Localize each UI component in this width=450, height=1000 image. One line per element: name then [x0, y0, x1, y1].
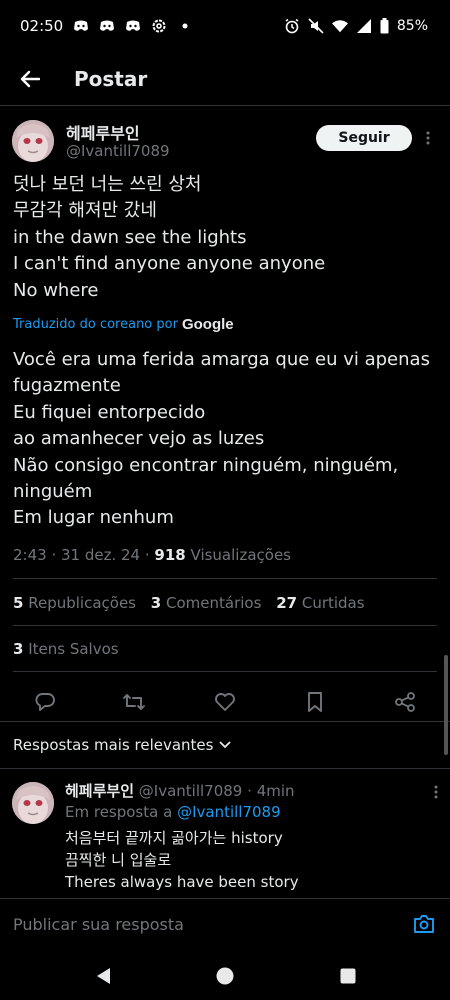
reply-line: 처음부터 끝까지 곪아가는 history — [65, 829, 283, 847]
chevron-down-icon — [219, 741, 232, 749]
post-line: in the dawn see the lights — [13, 226, 247, 248]
replies-sort-label: Respostas mais relevantes — [13, 736, 214, 754]
wifi-icon — [331, 18, 348, 34]
share-icon[interactable] — [393, 690, 417, 714]
author-handle[interactable]: @Ivantill7089 — [66, 142, 170, 160]
translated-line: Não consigo encontrar ninguém, ninguém, … — [13, 454, 399, 503]
comments-stat[interactable]: 3 Comentários — [151, 594, 262, 612]
comments-label: Comentários — [166, 594, 262, 612]
page-title: Postar — [74, 66, 148, 91]
back-button[interactable] — [18, 67, 42, 91]
camera-icon[interactable] — [412, 912, 436, 936]
likes-label: Curtidas — [301, 594, 365, 612]
dot-icon — [177, 18, 193, 34]
avatar-image — [12, 782, 54, 824]
avatar-image — [12, 120, 54, 162]
battery-icon — [380, 18, 389, 34]
reply-to-label: Em resposta a — [65, 803, 173, 821]
repost-icon[interactable] — [122, 690, 146, 714]
discord-icon — [99, 18, 115, 34]
saves-stat[interactable]: 3 Itens Salvos — [13, 640, 119, 658]
translated-line: ao amanhecer vejo as luzes — [13, 428, 265, 450]
nav-back-icon[interactable] — [94, 967, 112, 985]
google-logo: Google — [181, 316, 234, 333]
reply-to-handle[interactable]: @Ivantill7089 — [177, 803, 281, 821]
reposts-stat[interactable]: 5 Republicações — [13, 594, 136, 612]
saves-count: 3 — [13, 640, 24, 658]
reply-time: 4min — [256, 782, 295, 800]
post-meta: 2:43 · 31 dez. 24 · 918 Visualizações — [13, 546, 291, 564]
views-count: 918 — [154, 546, 186, 564]
translated-line: Em lugar nenhum — [13, 507, 174, 529]
scrollbar[interactable] — [444, 655, 448, 755]
reply-text: 처음부터 끝까지 곪아가는 history 끔찍한 니 입술로 Theres a… — [65, 827, 299, 893]
comments-count: 3 — [150, 594, 162, 612]
reply-author-handle[interactable]: @Ivantill7089 — [139, 782, 243, 800]
mute-icon — [308, 18, 324, 34]
avatar[interactable] — [12, 782, 54, 824]
divider — [0, 721, 450, 722]
discord-icon — [73, 18, 89, 34]
nav-recents-icon[interactable] — [339, 967, 357, 985]
post-date: 31 dez. 24 — [61, 546, 141, 564]
reply-author-name[interactable]: 헤페루부인 — [65, 782, 134, 800]
status-time: 02:50 — [20, 17, 64, 35]
translated-line: Eu fiquei entorpecido — [13, 401, 206, 423]
divider — [13, 625, 437, 626]
translated-by-label: Traduzido do coreano por — [13, 317, 178, 332]
post-original-text: 덧나 보던 너는 쓰린 상처 무감각 해져만 갔네 in the dawn se… — [13, 172, 437, 304]
post-translated-text: Você era uma ferida amarga que eu vi ape… — [13, 347, 441, 532]
reposts-label: Republicações — [28, 594, 136, 612]
divider — [0, 768, 450, 769]
post-line: No where — [13, 279, 99, 301]
reply-composer: Publicar sua resposta — [0, 898, 450, 952]
likes-stat[interactable]: 27 Curtidas — [276, 594, 364, 612]
views-label: Visualizações — [190, 546, 291, 564]
separator-dot: · — [247, 782, 252, 800]
post-line: 덧나 보던 너는 쓰린 상처 — [13, 174, 202, 195]
settings-icon — [151, 18, 167, 34]
discord-icon — [125, 18, 141, 34]
post-line: I can't find anyone anyone anyone — [13, 253, 326, 275]
status-bar: 02:50 85% — [0, 0, 450, 52]
engagement-stats: 5 Republicações 3 Comentários 27 Curtida… — [13, 594, 365, 612]
bookmark-icon[interactable] — [303, 690, 327, 714]
more-options-icon[interactable] — [420, 128, 436, 148]
author-name[interactable]: 헤페루부인 — [66, 120, 140, 144]
alarm-icon — [284, 18, 300, 34]
author-row: 헤페루부인 @Ivantill7089 Seguir — [12, 120, 438, 166]
signal-icon — [356, 18, 372, 34]
arrow-left-icon — [20, 70, 40, 87]
avatar[interactable] — [12, 120, 54, 162]
replies-sort-dropdown[interactable]: Respostas mais relevantes — [13, 736, 232, 754]
reply-icon[interactable] — [33, 690, 57, 714]
translated-line: Você era uma ferida amarga que eu vi ape… — [13, 349, 430, 397]
likes-count: 27 — [276, 594, 298, 612]
reply-header: 헤페루부인 @Ivantill7089 · 4min — [65, 780, 295, 801]
action-bar — [0, 682, 450, 722]
reply-input[interactable]: Publicar sua resposta — [13, 915, 184, 934]
saves-label: Itens Salvos — [28, 640, 119, 658]
translation-attribution[interactable]: Traduzido do coreano por Google — [13, 316, 234, 333]
reposts-count: 5 — [13, 594, 24, 612]
battery-level: 85% — [396, 18, 428, 34]
app-header: Postar — [0, 52, 450, 106]
follow-button[interactable]: Seguir — [316, 125, 412, 151]
reply-to-line: Em resposta a @Ivantill7089 — [65, 803, 281, 821]
post-time: 2:43 — [13, 546, 47, 564]
system-nav-bar — [0, 952, 450, 1000]
divider — [13, 671, 437, 672]
nav-home-icon[interactable] — [216, 967, 234, 985]
more-options-icon[interactable] — [434, 784, 438, 803]
divider — [13, 578, 437, 579]
post-line: 무감각 해져만 갔네 — [13, 200, 157, 222]
reply-line: Theres always have been story — [65, 873, 299, 891]
like-icon[interactable] — [213, 690, 237, 714]
reply-line: 끔찍한 니 입술로 — [65, 851, 172, 869]
